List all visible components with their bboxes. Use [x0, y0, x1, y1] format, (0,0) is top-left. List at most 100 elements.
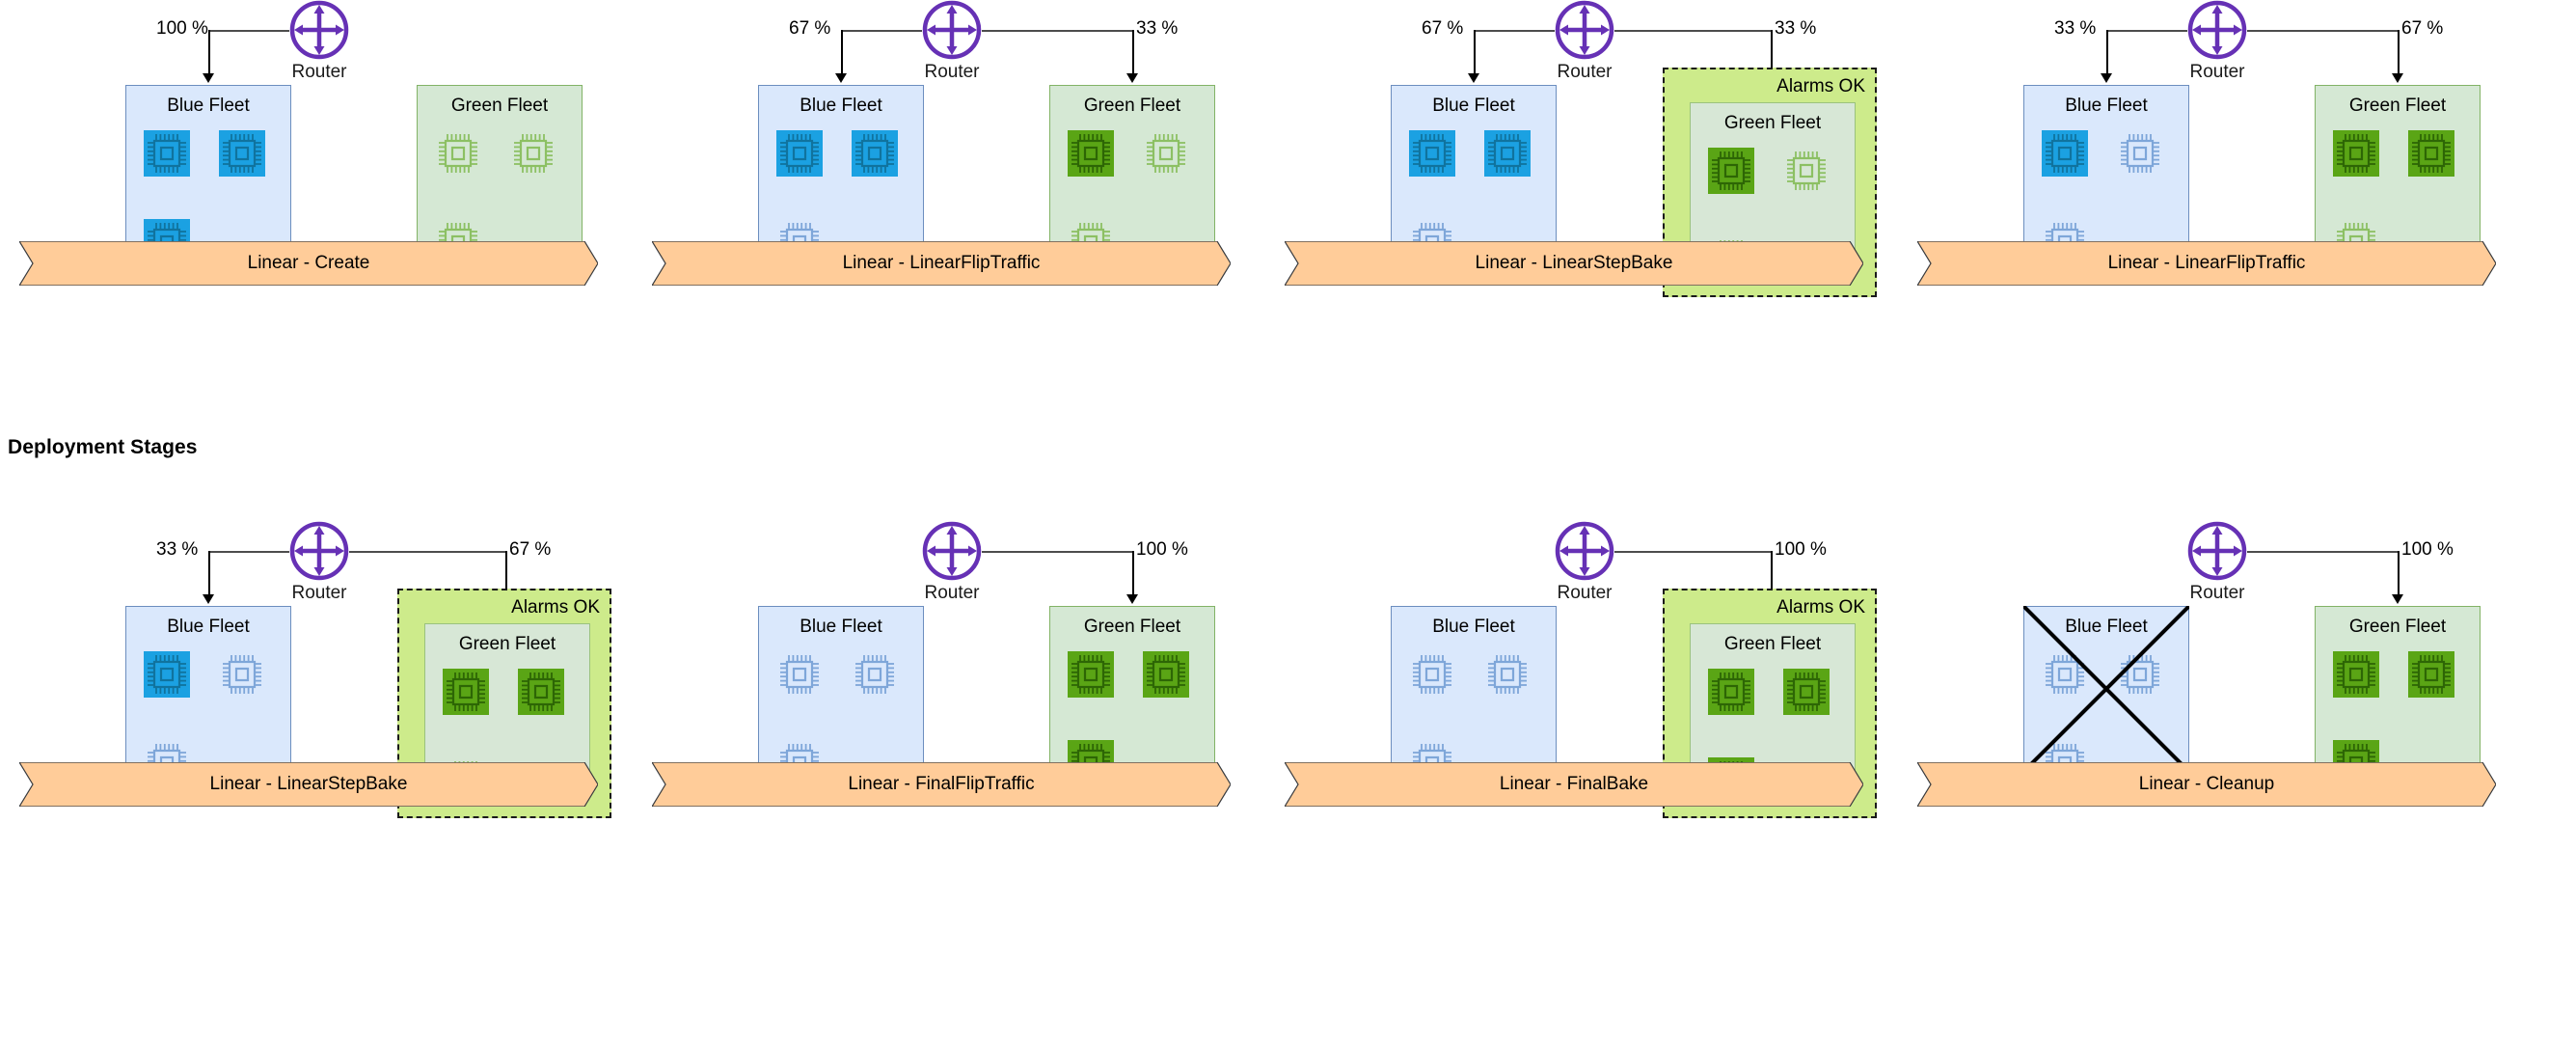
deployment-stage-banner[interactable]: Linear - LinearFlipTraffic	[652, 241, 1231, 286]
green-traffic-arrow-line	[1132, 30, 1134, 73]
cpu-chip-icon	[1413, 655, 1451, 694]
green-traffic-arrowhead	[2392, 73, 2403, 83]
cpu-chip-icon	[1147, 134, 1185, 173]
blue-fleet-title: Blue Fleet	[1432, 96, 1515, 116]
green-fleet: Green Fleet	[417, 85, 583, 261]
blue-fleet-host	[776, 130, 823, 177]
green-traffic-arrow-line	[2398, 30, 2400, 73]
green-fleet-host	[443, 669, 489, 715]
router-node: Router	[922, 0, 982, 82]
cpu-chip-icon	[1488, 655, 1527, 694]
alarms-ok-label: Alarms OK	[1776, 76, 1865, 96]
green-fleet-host	[2333, 651, 2379, 698]
green-fleet: Green Fleet	[1049, 606, 1215, 786]
deployment-stage-banner[interactable]: Linear - Cleanup	[1917, 762, 2496, 807]
blue-fleet-host	[1409, 651, 1455, 698]
blue-fleet-host	[852, 130, 898, 177]
blue-fleet-host	[2117, 651, 2163, 698]
cpu-chip-icon	[518, 669, 564, 715]
router-node: Router	[2187, 521, 2247, 603]
green-traffic-percent: 100 %	[1773, 539, 1829, 561]
router-node: Router	[289, 521, 349, 603]
router-node: Router	[2187, 0, 2247, 82]
green-traffic-percent: 100 %	[2400, 539, 2455, 561]
router-icon	[2187, 0, 2247, 60]
deployment-stage-banner[interactable]: Linear - LinearStepBake	[19, 762, 598, 807]
blue-fleet-host	[2117, 130, 2163, 177]
cpu-chip-icon	[2408, 130, 2454, 177]
green-fleet-title: Green Fleet	[1083, 617, 1181, 637]
blue-traffic-percent: 33 %	[154, 539, 201, 561]
green-fleet: Green Fleet	[2315, 85, 2481, 261]
blue-traffic-arrowhead	[203, 73, 214, 83]
deployment-stage-name: Linear - LinearFlipTraffic	[2107, 253, 2306, 273]
green-fleet: Green Fleet	[2315, 606, 2481, 786]
green-traffic-percent: 67 %	[507, 539, 554, 561]
cpu-chip-icon	[2042, 130, 2088, 177]
blue-traffic-percent: 67 %	[787, 18, 833, 40]
deployment-stage-panel: Router 100 % Blue Fleet Green Fleet Line…	[12, 0, 629, 521]
green-traffic-percent: 33 %	[1134, 18, 1180, 40]
green-fleet-host	[2408, 651, 2454, 698]
deployment-stage-banner[interactable]: Linear - LinearStepBake	[1285, 241, 1863, 286]
router-to-green-line	[1614, 30, 1771, 32]
router-icon	[922, 0, 982, 60]
cpu-chip-icon	[1783, 669, 1830, 715]
green-fleet-host	[2408, 130, 2454, 177]
deployment-stage-banner[interactable]: Linear - Create	[19, 241, 598, 286]
deployment-stage-banner[interactable]: Linear - FinalFlipTraffic	[652, 762, 1231, 807]
stage-row-top: Router 100 % Blue Fleet Green Fleet Line…	[0, 0, 2576, 521]
deployment-stage-panel: Router 100 % Blue Fleet Green Fleet Line…	[644, 521, 1261, 1042]
router-to-blue-line	[1474, 30, 1555, 32]
blue-fleet: Blue Fleet	[2023, 606, 2189, 782]
blue-traffic-percent: 100 %	[154, 18, 210, 40]
blue-fleet: Blue Fleet	[1391, 606, 1557, 782]
router-label: Router	[291, 583, 347, 603]
router-to-blue-line	[2106, 30, 2187, 32]
green-fleet-title: Green Fleet	[1083, 96, 1181, 116]
green-fleet: Green Fleet	[1049, 85, 1215, 261]
router-label: Router	[1557, 583, 1613, 603]
green-fleet-host	[435, 130, 481, 177]
blue-fleet: Blue Fleet	[125, 85, 291, 265]
cpu-chip-icon	[1068, 130, 1114, 177]
cpu-chip-icon	[852, 130, 898, 177]
deployment-stage-panel: Router 67 % 33 % Blue Fleet Green Fleet	[644, 0, 1261, 521]
blue-fleet-title: Blue Fleet	[167, 96, 250, 116]
blue-fleet-host	[2042, 130, 2088, 177]
green-fleet-host	[1068, 651, 1114, 698]
deployment-stage-name: Linear - LinearStepBake	[209, 774, 408, 794]
blue-traffic-arrowhead	[2101, 73, 2112, 83]
deployment-stage-name: Linear - Cleanup	[2138, 774, 2275, 794]
blue-fleet-host	[219, 651, 265, 698]
green-fleet-host	[1143, 651, 1189, 698]
green-fleet-host	[1708, 669, 1754, 715]
blue-fleet-title: Blue Fleet	[167, 617, 250, 637]
deployment-stage-name: Linear - FinalBake	[1499, 774, 1649, 794]
cpu-chip-icon	[2333, 651, 2379, 698]
green-traffic-percent: 100 %	[1134, 539, 1190, 561]
green-fleet-title: Green Fleet	[450, 96, 549, 116]
cpu-chip-icon	[223, 655, 261, 694]
deployment-stage-banner[interactable]: Linear - FinalBake	[1285, 762, 1863, 807]
router-to-blue-line	[841, 30, 922, 32]
deployment-stage-name: Linear - LinearFlipTraffic	[842, 253, 1041, 273]
router-to-green-line	[349, 551, 505, 553]
blue-traffic-arrowhead	[203, 594, 214, 604]
blue-traffic-arrow-line	[841, 30, 843, 73]
deployment-stage-banner[interactable]: Linear - LinearFlipTraffic	[1917, 241, 2496, 286]
cpu-chip-icon	[780, 655, 819, 694]
blue-traffic-percent: 67 %	[1420, 18, 1466, 40]
green-fleet-host	[518, 669, 564, 715]
cpu-chip-icon	[776, 130, 823, 177]
cpu-chip-icon	[1484, 130, 1531, 177]
blue-fleet-host	[2042, 651, 2088, 698]
cpu-chip-icon	[144, 651, 190, 698]
blue-traffic-percent: 33 %	[2052, 18, 2099, 40]
router-label: Router	[2189, 62, 2245, 82]
green-fleet-title: Green Fleet	[1723, 113, 1822, 133]
blue-fleet-title: Blue Fleet	[800, 96, 882, 116]
blue-fleet-host	[1484, 651, 1531, 698]
blue-traffic-arrowhead	[835, 73, 847, 83]
green-traffic-arrowhead	[2392, 594, 2403, 604]
